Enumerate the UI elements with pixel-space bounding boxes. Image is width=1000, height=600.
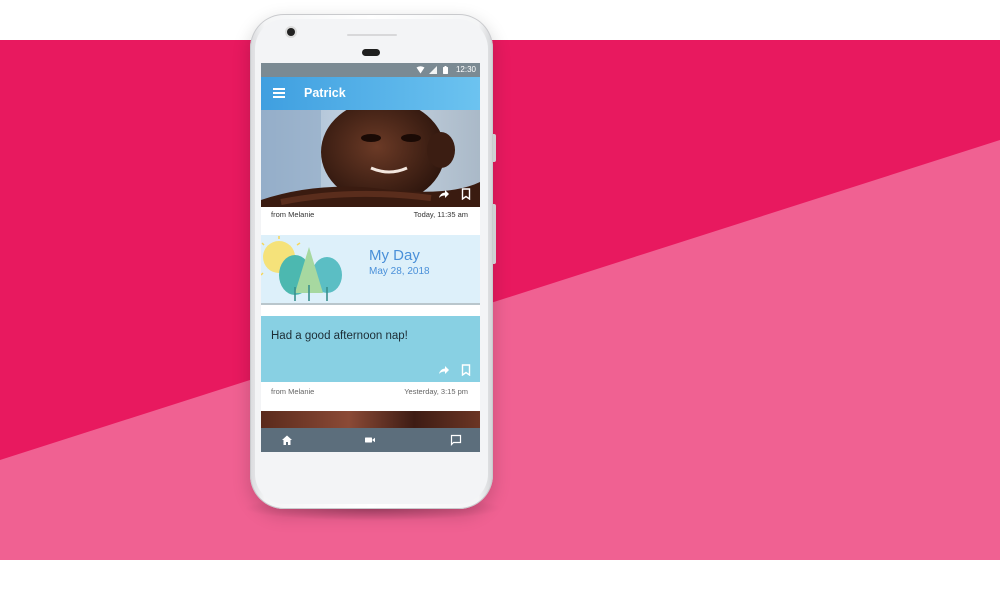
sender-label: from Melanie [271, 387, 315, 396]
note-meta: from Melanie Yesterday, 3:15 pm [261, 384, 480, 400]
photo-card[interactable] [261, 110, 480, 207]
timestamp: Yesterday, 3:15 pm [404, 387, 468, 396]
chat-icon[interactable] [450, 434, 462, 446]
hamburger-menu-icon[interactable] [273, 88, 285, 98]
photo-meta: from Melanie Today, 11:35 am [261, 207, 480, 223]
front-camera [287, 28, 295, 36]
pink-background [0, 40, 1000, 560]
note-actions [438, 364, 472, 376]
power-button [493, 204, 496, 264]
my-day-card[interactable]: My Day May 28, 2018 [261, 235, 480, 305]
my-day-title: My Day [369, 247, 420, 264]
volume-button [493, 134, 496, 162]
app-bar: Patrick [261, 77, 480, 110]
speaker-grille [347, 34, 397, 36]
trees-sun-illustration [261, 236, 342, 301]
page-title: Patrick [304, 86, 346, 100]
home-icon[interactable] [281, 434, 293, 446]
earpiece [362, 49, 380, 56]
bookmark-icon[interactable] [460, 364, 472, 376]
battery-icon [443, 66, 448, 74]
photo-actions [438, 188, 472, 200]
timestamp: Today, 11:35 am [413, 210, 468, 219]
share-icon[interactable] [438, 364, 450, 376]
wifi-icon [416, 66, 425, 74]
bottom-nav [261, 428, 480, 452]
signal-icon [429, 66, 437, 74]
share-icon[interactable] [438, 188, 450, 200]
sender-label: from Melanie [271, 210, 315, 219]
video-icon[interactable] [364, 434, 376, 446]
phone-screen: 12:30 Patrick from Melanie Today, 11:35 … [261, 63, 480, 452]
status-bar: 12:30 [261, 63, 480, 77]
note-text: Had a good afternoon nap! [271, 330, 408, 342]
my-day-date: May 28, 2018 [369, 266, 430, 277]
bookmark-icon[interactable] [460, 188, 472, 200]
status-time: 12:30 [455, 65, 476, 74]
note-card[interactable]: Had a good afternoon nap! [261, 316, 480, 382]
